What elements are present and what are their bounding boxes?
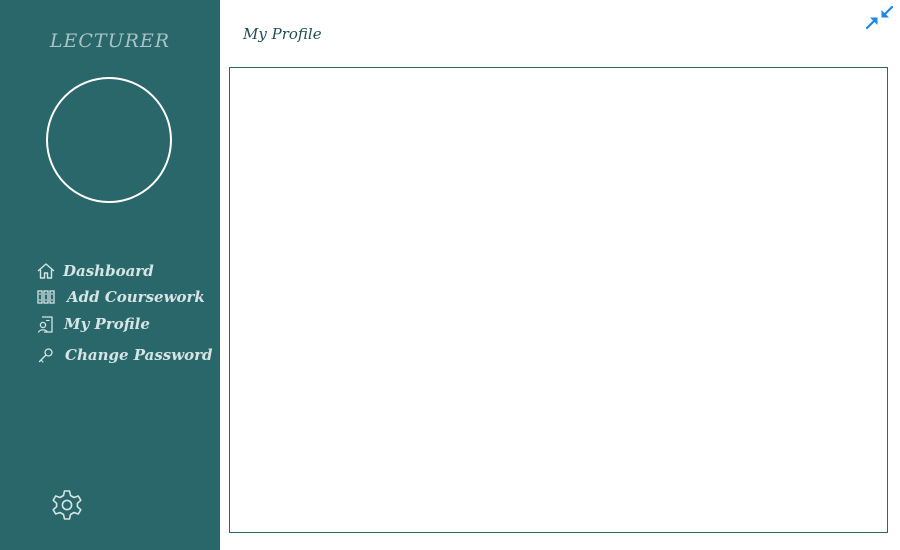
sidebar-item-label: Add Coursework xyxy=(67,288,205,306)
sidebar-item-change-password[interactable]: Change Password xyxy=(36,345,213,365)
sidebar-item-dashboard[interactable]: Dashboard xyxy=(36,261,154,281)
app-window: LECTURER Dashboard Add Coursework My Pro… xyxy=(0,0,900,550)
sidebar-item-label: Dashboard xyxy=(63,262,154,280)
avatar[interactable] xyxy=(46,77,172,203)
sidebar-item-add-coursework[interactable]: Add Coursework xyxy=(36,287,205,307)
sidebar-item-label: My Profile xyxy=(64,315,150,333)
profile-document-icon xyxy=(36,314,56,334)
sidebar-item-my-profile[interactable]: My Profile xyxy=(36,314,150,334)
gear-icon[interactable] xyxy=(50,488,84,522)
books-icon xyxy=(36,287,56,307)
key-icon xyxy=(36,345,56,365)
profile-content-panel xyxy=(229,67,888,533)
home-icon xyxy=(36,261,56,281)
sidebar: LECTURER Dashboard Add Coursework My Pro… xyxy=(0,0,220,550)
role-title: LECTURER xyxy=(49,30,171,52)
page-title: My Profile xyxy=(243,25,322,43)
collapse-arrows-icon[interactable] xyxy=(864,4,896,32)
sidebar-item-label: Change Password xyxy=(65,346,213,364)
